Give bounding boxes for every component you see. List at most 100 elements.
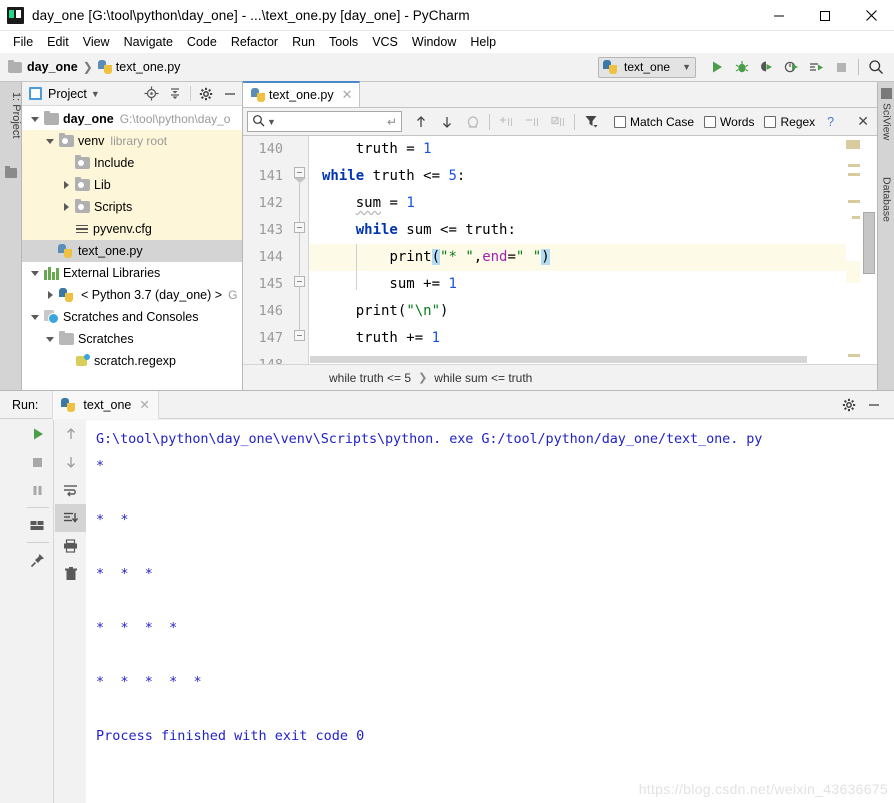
tree-item-python-sdk[interactable]: < Python 3.7 (day_one) > G xyxy=(22,284,242,306)
search-everywhere-icon[interactable] xyxy=(863,55,888,79)
stop-icon[interactable] xyxy=(22,448,53,476)
gear-icon[interactable] xyxy=(194,83,218,105)
editor-horizontal-scrollbar[interactable] xyxy=(310,355,844,364)
chevron-right-icon[interactable] xyxy=(41,291,59,299)
chevron-down-icon[interactable] xyxy=(26,270,44,276)
tree-item-day-one[interactable]: day_one G:\tool\python\day_o xyxy=(22,108,242,130)
fold-marker-while-outer[interactable] xyxy=(294,167,306,183)
breadcrumb-scope-outer[interactable]: while truth <= 5 xyxy=(329,371,411,385)
pause-icon[interactable] xyxy=(22,476,53,504)
menu-view[interactable]: View xyxy=(76,33,117,51)
close-icon[interactable]: ✕ xyxy=(139,397,149,412)
help-icon[interactable]: ? xyxy=(827,115,834,129)
tree-item-pyvenv-cfg[interactable]: pyvenv.cfg xyxy=(22,218,242,240)
tree-item-lib[interactable]: Lib xyxy=(22,174,242,196)
tree-item-venv[interactable]: venv library root xyxy=(22,130,242,152)
chevron-down-icon[interactable]: ▼ xyxy=(267,117,276,127)
tree-item-external-libraries[interactable]: External Libraries xyxy=(22,262,242,284)
editor-tab-label: text_one.py xyxy=(269,88,334,102)
menu-file[interactable]: File xyxy=(6,33,40,51)
hide-icon[interactable] xyxy=(218,83,242,105)
gear-icon[interactable] xyxy=(836,393,861,417)
fold-marker-while-inner[interactable] xyxy=(294,222,305,233)
console-output[interactable]: G:\tool\python\day_one\venv\Scripts\pyth… xyxy=(86,420,894,803)
breadcrumb-item-project[interactable]: day_one xyxy=(8,59,78,74)
scrollbar-thumb[interactable] xyxy=(863,212,875,274)
menu-help[interactable]: Help xyxy=(463,33,503,51)
chevron-down-icon[interactable] xyxy=(26,116,44,122)
fold-marker-outer-end[interactable] xyxy=(294,330,305,341)
chevron-down-icon[interactable] xyxy=(26,314,44,320)
chevron-right-icon[interactable] xyxy=(57,181,75,189)
locate-icon[interactable] xyxy=(139,83,163,105)
profile-icon[interactable] xyxy=(779,55,804,79)
collapse-all-icon[interactable] xyxy=(163,83,187,105)
arrow-up-icon[interactable] xyxy=(408,110,434,134)
rerun-icon[interactable] xyxy=(22,420,53,448)
menu-navigate[interactable]: Navigate xyxy=(117,33,180,51)
tab-text-one-py[interactable]: text_one.py ✕ xyxy=(243,81,360,107)
run-coverage-icon[interactable] xyxy=(754,55,779,79)
menu-run[interactable]: Run xyxy=(285,33,322,51)
tree-item-scratches[interactable]: Scratches xyxy=(22,328,242,350)
search-input[interactable]: ▼ ↵ xyxy=(247,111,402,132)
tree-item-include[interactable]: Include xyxy=(22,152,242,174)
run-tab-text-one[interactable]: text_one ✕ xyxy=(52,390,159,419)
scroll-to-end-icon[interactable] xyxy=(55,504,86,532)
match-case-checkbox[interactable]: Match Case xyxy=(614,115,694,129)
arrow-down-icon[interactable] xyxy=(434,110,460,134)
menu-window[interactable]: Window xyxy=(405,33,463,51)
sidebar-item-sciview[interactable]: SciView xyxy=(878,88,894,150)
chevron-down-icon[interactable] xyxy=(41,138,59,144)
code-text[interactable]: truth = 1 while truth <= 5: sum = 1 whil… xyxy=(310,136,877,364)
filter-icon[interactable] xyxy=(578,110,604,134)
menu-edit[interactable]: Edit xyxy=(40,33,76,51)
change-marker[interactable] xyxy=(846,140,860,149)
sidebar-item-project-tab[interactable]: 1: Project xyxy=(0,88,22,160)
menu-vcs[interactable]: VCS xyxy=(365,33,405,51)
breadcrumb-item-file[interactable]: text_one.py xyxy=(97,60,180,74)
menu-code[interactable]: Code xyxy=(180,33,224,51)
close-icon[interactable] xyxy=(848,0,894,31)
pin-icon[interactable] xyxy=(22,546,53,574)
down-icon[interactable] xyxy=(55,448,86,476)
change-marker[interactable] xyxy=(848,173,860,176)
editor-vertical-scrollbar[interactable] xyxy=(861,136,877,364)
select-all-occurrences-icon[interactable] xyxy=(460,110,486,134)
debug-icon[interactable] xyxy=(729,55,754,79)
soft-wrap-icon[interactable] xyxy=(55,476,86,504)
layout-icon[interactable] xyxy=(22,511,53,539)
menu-refactor[interactable]: Refactor xyxy=(224,33,285,51)
words-checkbox[interactable]: Words xyxy=(704,115,754,129)
close-icon[interactable]: ✕ xyxy=(857,113,869,130)
code-editor[interactable]: 140 141 142 143 144 145 146 147 148 xyxy=(243,136,877,364)
clear-all-icon[interactable] xyxy=(55,560,86,588)
change-marker[interactable] xyxy=(848,164,860,167)
breadcrumb-scope-inner[interactable]: while sum <= truth xyxy=(434,371,532,385)
tree-item-scratch-regexp[interactable]: scratch.regexp xyxy=(22,350,242,372)
print-icon[interactable] xyxy=(55,532,86,560)
maximize-icon[interactable] xyxy=(802,0,848,31)
sidebar-item-database[interactable]: Database xyxy=(878,162,894,234)
tree-item-text-one-py[interactable]: text_one.py xyxy=(22,240,242,262)
close-icon[interactable]: ✕ xyxy=(342,87,353,103)
run-icon[interactable] xyxy=(704,55,729,79)
tree-item-scratches-and-consoles[interactable]: Scratches and Consoles xyxy=(22,306,242,328)
chevron-down-icon[interactable] xyxy=(41,336,59,342)
chevron-right-icon[interactable] xyxy=(57,203,75,211)
regex-checkbox[interactable]: Regex xyxy=(764,115,815,129)
run-configuration-selector[interactable]: text_one ▼ xyxy=(598,56,696,78)
change-marker[interactable] xyxy=(852,216,860,219)
run-with-console-icon[interactable] xyxy=(804,55,829,79)
change-marker[interactable] xyxy=(848,200,860,203)
change-marker[interactable] xyxy=(848,354,860,357)
chevron-down-icon[interactable]: ▼ xyxy=(91,89,100,99)
scrollbar-thumb[interactable] xyxy=(310,356,807,363)
hide-icon[interactable] xyxy=(861,393,886,417)
stop-icon[interactable] xyxy=(829,55,854,79)
fold-marker-inner-end[interactable] xyxy=(294,276,305,287)
up-icon[interactable] xyxy=(55,420,86,448)
minimize-icon[interactable] xyxy=(756,0,802,31)
tree-item-scripts[interactable]: Scripts xyxy=(22,196,242,218)
menu-tools[interactable]: Tools xyxy=(322,33,365,51)
